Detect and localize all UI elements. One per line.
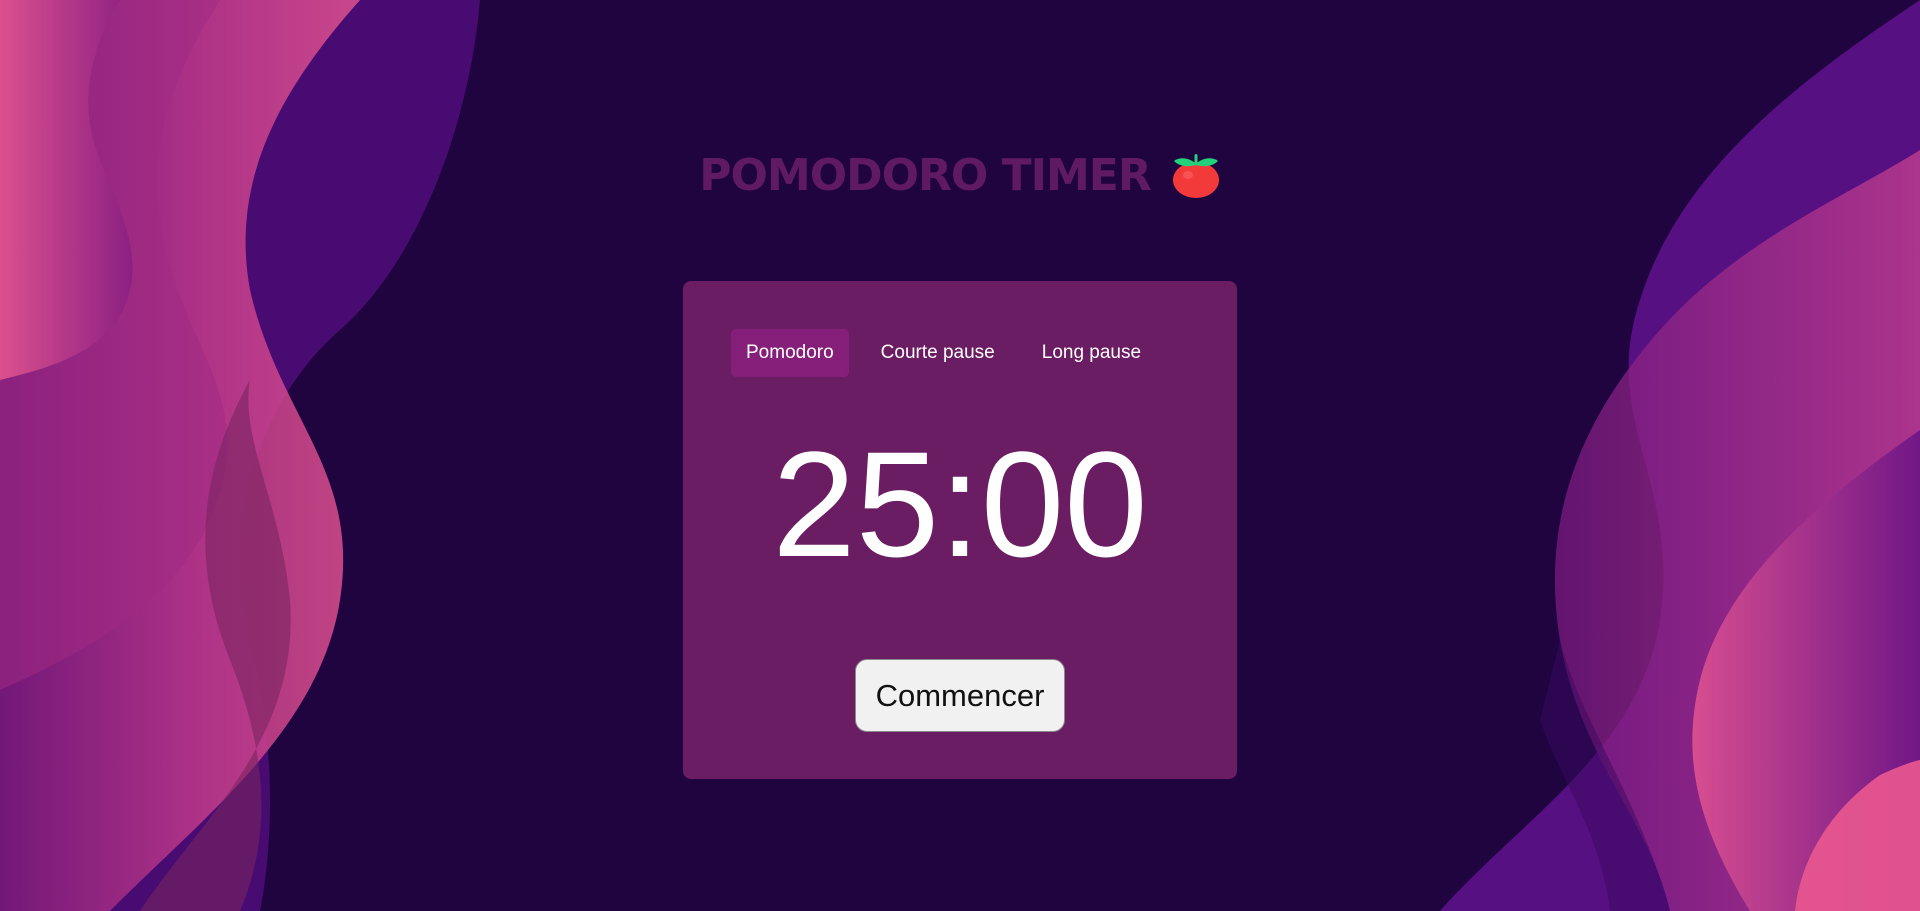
tomato-icon [1172,153,1219,198]
app-root: POMODORO TIMER Pomodoro Courte pause Lon… [0,0,1920,911]
start-button[interactable]: Commencer [855,659,1065,732]
mode-tabs: Pomodoro Courte pause Long pause [731,329,1173,377]
header: POMODORO TIMER [0,150,1920,201]
timer-card: Pomodoro Courte pause Long pause 25:00 C… [683,281,1237,779]
tab-short-break[interactable]: Courte pause [866,329,1010,377]
page-title: POMODORO TIMER [699,150,1151,201]
tab-long-break[interactable]: Long pause [1027,329,1156,377]
timer-display: 25:00 [772,420,1148,588]
tab-pomodoro[interactable]: Pomodoro [731,329,849,377]
